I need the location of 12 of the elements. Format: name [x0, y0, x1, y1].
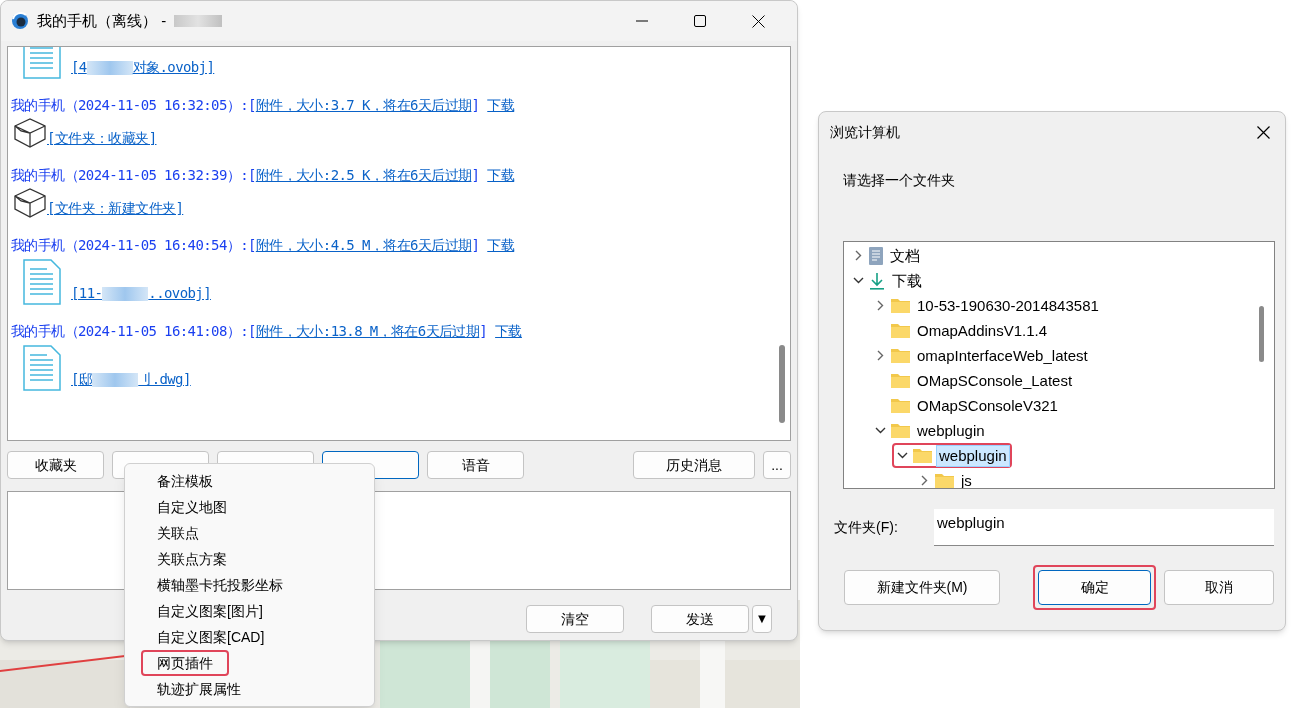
bracket-text: ] — [471, 235, 480, 255]
message-header: 我的手机（2024-11-05 16:40:54）:[ — [11, 235, 256, 255]
prompt-text: 请选择一个文件夹 — [843, 171, 955, 190]
message-header: 我的手机（2024-11-05 16:41:08）:[ — [11, 321, 256, 341]
dialog-title: 浏览计算机 — [830, 122, 900, 142]
bracket-text: ] — [471, 95, 480, 115]
bracket-text: ] — [471, 165, 480, 185]
message-header: 我的手机（2024-11-05 16:32:39）:[ — [11, 165, 256, 185]
window-title: 我的手机（离线） - — [37, 10, 167, 31]
bracket-text: ] — [479, 321, 488, 341]
message-header: 我的手机（2024-11-05 16:32:05）:[ — [11, 95, 256, 115]
field-label: 文件夹(F): — [834, 518, 899, 537]
